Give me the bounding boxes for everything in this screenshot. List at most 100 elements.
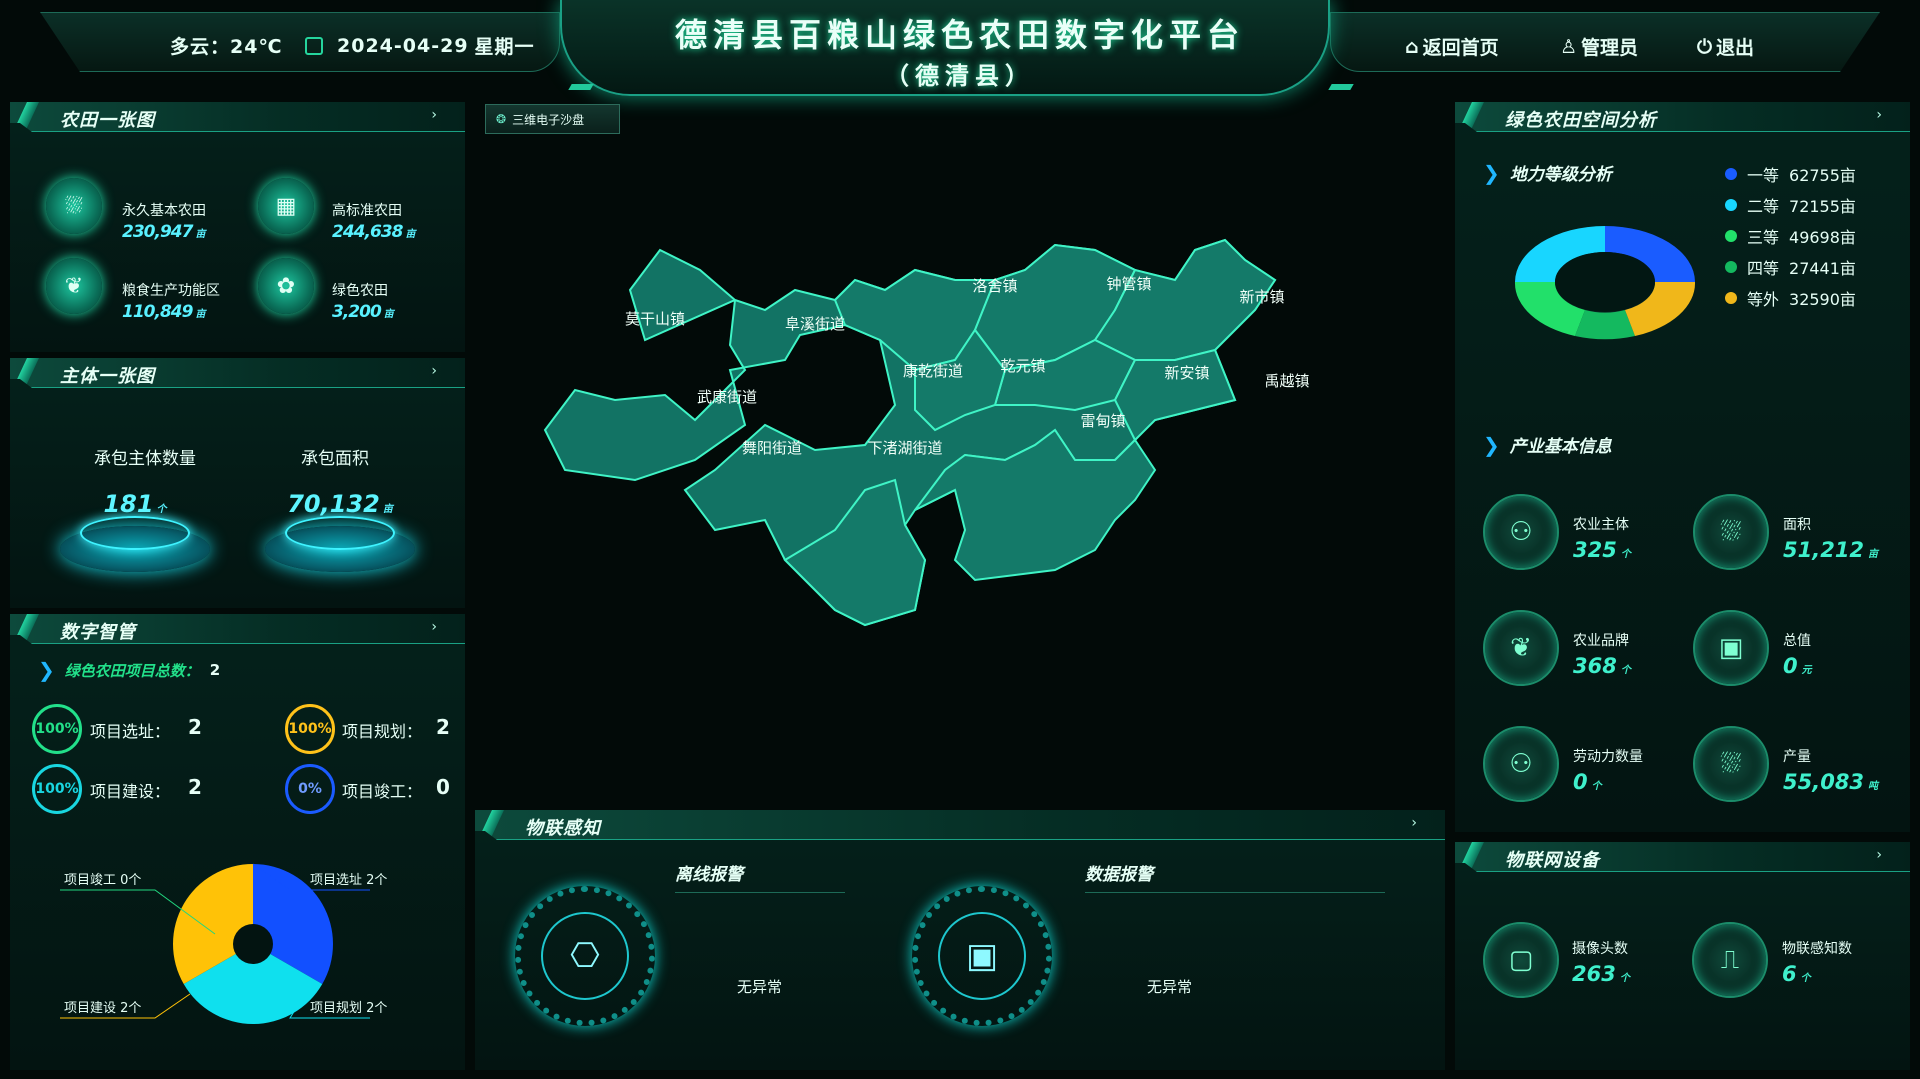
header-stripe [13,614,39,644]
chevron-right-icon[interactable]: › [431,107,437,123]
digital-panel-header: 数字智管 › [10,614,465,644]
power-icon: ⏻ [1697,35,1713,58]
progress-ring-complete: 0% [285,764,335,814]
soil-grade-subhead: ❯ 地力等级分析 [1483,160,1612,186]
contract-area-label: 承包面积 [301,449,369,469]
offline-alarm-title: 离线报警 [675,865,743,885]
plant-icon: ✿ [258,258,314,314]
legend-dot [1725,261,1737,273]
legend-item: 等外 32590亩 [1725,286,1856,310]
legend-item: 三等 49698亩 [1725,224,1856,248]
industry-value: 51,212 亩 [1783,538,1879,562]
farmland-stat-label: 粮食生产功能区 [122,283,220,299]
deco-stripe [1328,84,1354,90]
spatial-panel-title: 绿色农田空间分析 [1505,110,1657,131]
project-total-value: 2 [209,661,221,679]
pie-label: 项目竣工 0个 [64,873,141,888]
town-label[interactable]: 洛舍镇 [935,275,1055,296]
town-label[interactable]: 禹越镇 [1227,370,1347,391]
page-subtitle: （德清县） [885,62,1035,90]
industry-label: 劳动力数量 [1573,749,1643,765]
chevron-right-icon: ❯ [38,658,55,682]
industry-subhead: ❯ 产业基本信息 [1483,432,1612,458]
admin-button[interactable]: ♙ 管理员 [1560,33,1638,60]
offline-alarm-ring: ⎔ [515,886,655,1026]
device-panel-title: 物联网设备 [1505,850,1600,871]
town-label[interactable]: 钟管镇 [1069,273,1189,294]
project-pie-chart: 项目选址 2个项目规划 2个 项目建设 2个项目竣工 0个 [60,863,387,1024]
chevron-right-icon[interactable]: › [431,619,437,635]
farmland-stat-label: 绿色农田 [332,283,388,299]
chevron-right-icon[interactable]: › [1411,815,1417,831]
legend-item: 四等 27441亩 [1725,255,1856,279]
pie-label: 项目规划 2个 [310,1001,387,1016]
header-stripe [1458,842,1484,872]
home-label: 返回首页 [1422,37,1499,59]
sensor-icon: ⎍ [1692,922,1768,998]
industry-value: 55,083 吨 [1783,770,1879,794]
logout-button[interactable]: ⏻ 退出 [1697,33,1754,60]
page-title: 德清县百粮山绿色农田数字化平台 [674,16,1245,54]
spatial-panel-header: 绿色农田空间分析 › [1455,102,1910,132]
contract-area-pedestal: 70,132 亩 [265,486,415,576]
header-stripe [13,358,39,388]
logout-label: 退出 [1716,37,1755,59]
home-button[interactable]: ⌂ 返回首页 [1405,33,1499,60]
home-icon: ⌂ [1405,35,1419,58]
progress-label: 项目建设： [90,782,171,801]
legend-dot [1725,199,1737,211]
sandbox-icon: ❂ [496,112,507,126]
farmland-stat-value: 244,638 亩 [332,222,415,242]
chevron-right-icon[interactable]: › [1876,107,1882,123]
header-stripe [1458,102,1484,132]
progress-ring-site: 100% [32,704,82,754]
town-label[interactable]: 阜溪街道 [755,313,875,334]
chevron-right-icon: ❯ [1483,160,1500,185]
area-icon: ⛆ [1693,494,1769,570]
area-icon: ⛆ [1693,726,1769,802]
iot-panel-title: 物联感知 [525,818,601,839]
legend-value: 49698亩 [1789,228,1856,247]
digital-panel: 数字智管 › ❯ 绿色农田项目总数： 2 100% 项目选址： 2 100% 项… [10,614,465,1070]
contract-count-label: 承包主体数量 [94,449,196,469]
town-label[interactable]: 下渚湖街道 [845,437,965,458]
legend-item: 二等 72155亩 [1725,193,1856,217]
chevron-right-icon[interactable]: › [431,363,437,379]
map-tab[interactable]: ❂ 三维电子沙盘 [485,104,620,134]
entity-panel-title: 主体一张图 [60,366,155,387]
entity-panel: 主体一张图 › 承包主体数量 181 个 承包面积 70,132 亩 [10,358,465,608]
legend-label: 二等 [1747,197,1780,216]
farmland-stat-value: 110,849 亩 [122,302,205,322]
town-label[interactable]: 新市镇 [1202,286,1322,307]
farmland-panel-header: 农田一张图 › [10,102,465,132]
calendar-icon [305,36,323,55]
camera-icon: ▢ [1483,922,1559,998]
town-label[interactable]: 莫干山镇 [595,308,715,329]
farmland-stat-value: 230,947 亩 [122,222,205,242]
divider [1085,892,1385,893]
header: 多云：24℃ 2024-04-29 星期一 德清县百粮山绿色农田数字化平台 （德… [0,0,1920,100]
device-value: 6个 [1782,962,1811,986]
industry-value: 0个 [1573,770,1602,794]
town-label[interactable]: 雷甸镇 [1043,410,1163,431]
map-tab-label: 三维电子沙盘 [512,112,585,127]
industry-label: 总值 [1783,633,1811,649]
industry-label: 面积 [1783,517,1811,533]
town-label[interactable]: 乾元镇 [963,355,1083,376]
town-label[interactable]: 武康街道 [667,386,787,407]
chevron-right-icon[interactable]: › [1876,847,1882,863]
date-display: 2024-04-29 星期一 [305,32,535,59]
legend-dot [1725,230,1737,242]
iot-panel: 物联感知 › ⎔ 离线报警 无异常 ▣ 数据报警 无异常 [475,810,1445,1070]
legend-label: 一等 [1747,166,1780,185]
legend-value: 62755亩 [1789,166,1856,185]
legend-value: 27441亩 [1789,259,1856,278]
iot-panel-header: 物联感知 › [475,810,1445,840]
town-label[interactable]: 舞阳街道 [712,437,832,458]
sprout-icon: ❦ [1483,610,1559,686]
progress-value: 0 [436,775,450,799]
farmland-panel-title: 农田一张图 [60,110,155,131]
legend-label: 四等 [1747,259,1780,278]
legend-label: 等外 [1747,290,1780,309]
offline-alarm-status: 无异常 [737,978,783,996]
